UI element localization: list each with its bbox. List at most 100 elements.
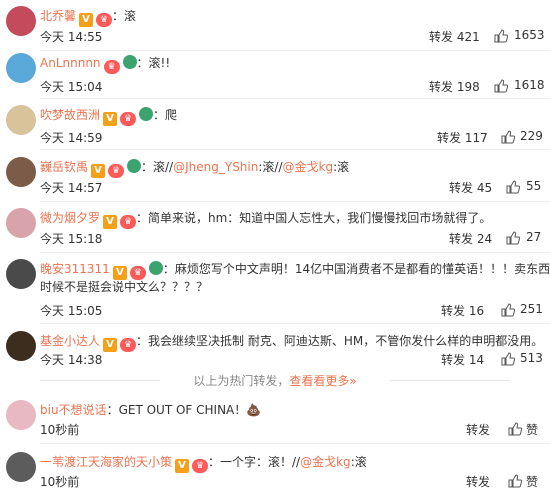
- repost-button[interactable]: 转发 421: [429, 28, 480, 45]
- repost-button[interactable]: 转发 16: [441, 302, 484, 319]
- timestamp: 今天 14:55: [40, 30, 103, 44]
- like-count: 27: [526, 230, 542, 244]
- comment-text: ：我会继续坚决抵制 耐克、阿迪达斯、HM，不管你发什么样的申明都没用。: [136, 334, 544, 348]
- repost-button[interactable]: 转发 198: [429, 78, 480, 95]
- verified-icon: V: [91, 164, 106, 178]
- avatar[interactable]: [6, 105, 36, 135]
- vip-icon: ♛: [108, 164, 125, 178]
- repost-button[interactable]: 转发 45: [449, 179, 492, 196]
- timestamp: 今天 14:38: [40, 353, 103, 367]
- timestamp: 今天 14:59: [40, 131, 103, 145]
- like-icon[interactable]: [501, 303, 515, 317]
- comment-text: ：滚//: [141, 160, 174, 174]
- vip-icon: ♛: [96, 13, 113, 27]
- repost-button[interactable]: 转发 117: [437, 129, 488, 146]
- divider: [40, 149, 550, 150]
- divider: [40, 252, 550, 253]
- username[interactable]: 晚安311311: [40, 262, 110, 276]
- like-count: 1653: [514, 28, 545, 42]
- avatar[interactable]: [6, 452, 36, 482]
- verified-icon: V: [103, 338, 118, 352]
- divider: [40, 50, 550, 51]
- mention-link[interactable]: @Jheng_YShin: [173, 160, 258, 174]
- username[interactable]: 微为烟夕罗: [40, 211, 100, 225]
- comment-text: ：滚: [112, 9, 137, 23]
- vip-icon: ♛: [129, 266, 146, 280]
- divider: [40, 323, 550, 324]
- mention-link[interactable]: @金戈kg: [300, 455, 351, 469]
- comment-text: ：爬: [153, 108, 178, 122]
- hot-repost-divider: 以上为热门转发，查看看更多»: [0, 372, 550, 389]
- verified-icon: V: [103, 112, 118, 126]
- like-icon[interactable]: [508, 422, 522, 436]
- like-count: 251: [520, 302, 543, 316]
- comment-text: ：一个字：滚！//: [208, 455, 301, 469]
- like-icon[interactable]: [501, 130, 515, 144]
- comment-text-continued: 时候不是挺会说中文么？？？？: [40, 280, 209, 294]
- avatar[interactable]: [6, 331, 36, 361]
- username[interactable]: 一苇渡江天海家的天小策: [40, 455, 172, 469]
- divider: [40, 98, 550, 99]
- like-count: 229: [520, 129, 543, 143]
- divider: [40, 201, 550, 202]
- divider: [40, 443, 550, 444]
- username[interactable]: 基金小达人: [40, 334, 100, 348]
- timestamp: 今天 15:04: [40, 80, 103, 94]
- username[interactable]: biu不想说话: [40, 403, 107, 417]
- timestamp: 10秒前: [40, 475, 80, 489]
- repost-button[interactable]: 转发 24: [449, 230, 492, 247]
- vip-icon: ♛: [103, 60, 120, 74]
- avatar[interactable]: [6, 208, 36, 238]
- like-icon[interactable]: [506, 231, 520, 245]
- hot-divider-text: 以上为热门转发，: [193, 374, 290, 388]
- comment-text: ：简单来说，hm：知道中国人忘性大，我们慢慢找回市场就得了。: [136, 211, 492, 225]
- username[interactable]: 吹梦故西洲: [40, 108, 100, 122]
- avatar[interactable]: [6, 6, 36, 36]
- vip-icon: ♛: [120, 215, 137, 229]
- comment-text: :滚//: [258, 160, 283, 174]
- like-label[interactable]: 赞: [526, 473, 538, 490]
- mention-link[interactable]: @金戈kg: [283, 160, 334, 174]
- repost-button[interactable]: 转发: [466, 473, 490, 490]
- timestamp: 10秒前: [40, 423, 80, 437]
- vip-icon: ♛: [120, 338, 137, 352]
- like-icon[interactable]: [506, 180, 520, 194]
- member-icon: [148, 261, 163, 275]
- comment-text: ：麻烦您写个中文声明！14亿中国消费者不是都看的懂英语！！！卖东西的: [162, 262, 550, 276]
- timestamp: 今天 14:57: [40, 181, 103, 195]
- like-count: 55: [526, 179, 542, 193]
- repost-feed: 北乔馨 V ♛ ：滚 今天 14:55 转发 421 1653 AnLnnnnn ♛ ：滚…: [0, 0, 550, 489]
- verified-icon: V: [79, 13, 94, 27]
- like-icon[interactable]: [494, 29, 508, 43]
- like-icon[interactable]: [494, 79, 508, 93]
- repost-button[interactable]: 转发: [466, 421, 490, 438]
- like-icon[interactable]: [508, 474, 522, 488]
- member-icon: [127, 159, 142, 173]
- verified-icon: V: [175, 459, 190, 473]
- avatar[interactable]: [6, 157, 36, 187]
- username[interactable]: AnLnnnnn: [40, 56, 101, 70]
- vip-icon: ♛: [120, 112, 137, 126]
- username[interactable]: 北乔馨: [40, 9, 76, 23]
- avatar[interactable]: [6, 400, 36, 430]
- like-label[interactable]: 赞: [526, 421, 538, 438]
- repost-button[interactable]: 转发 14: [441, 351, 484, 368]
- member-icon: [122, 55, 137, 69]
- comment-text: ：GET OUT OF CHINA！💩: [106, 403, 262, 417]
- avatar[interactable]: [6, 259, 36, 289]
- like-icon[interactable]: [501, 352, 515, 366]
- avatar[interactable]: [6, 53, 36, 83]
- timestamp: 今天 15:05: [40, 304, 103, 318]
- timestamp: 今天 15:18: [40, 232, 103, 246]
- verified-icon: V: [103, 215, 118, 229]
- comment-text: :滚: [333, 160, 350, 174]
- vip-icon: ♛: [192, 459, 209, 473]
- like-count: 513: [520, 351, 543, 365]
- member-icon: [139, 107, 154, 121]
- verified-icon: V: [112, 266, 127, 280]
- view-more-link[interactable]: 查看看更多»: [289, 374, 356, 388]
- comment-text: :滚: [350, 455, 367, 469]
- username[interactable]: 巍岳钦禹: [40, 160, 88, 174]
- comment-text: ：滚!!: [136, 56, 171, 70]
- like-count: 1618: [514, 78, 545, 92]
